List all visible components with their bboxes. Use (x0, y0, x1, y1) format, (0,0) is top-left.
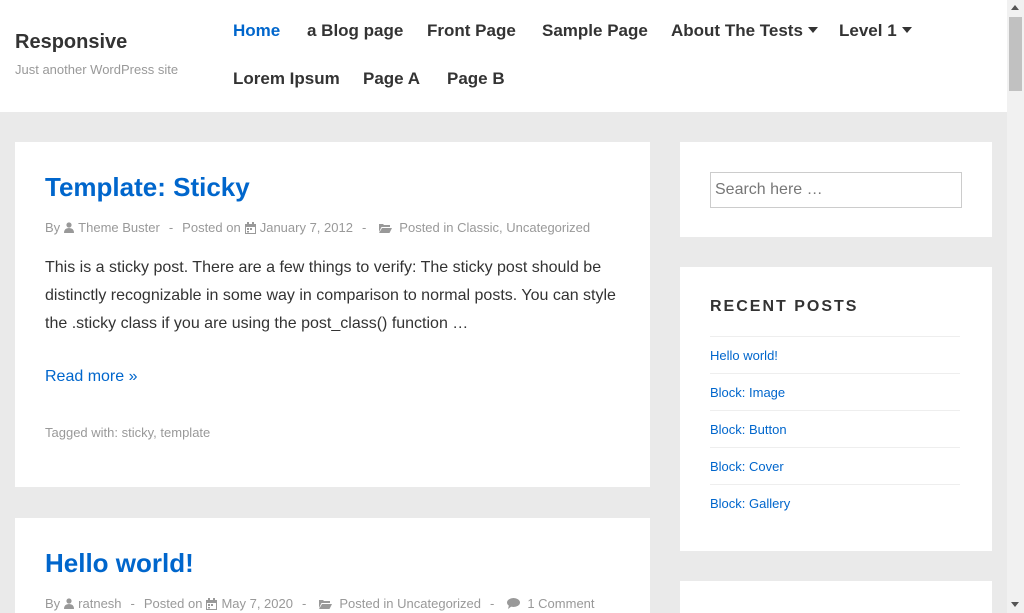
site-tagline: Just another WordPress site (15, 62, 179, 77)
list-item: Block: Cover (710, 447, 960, 484)
recent-post-link[interactable]: Block: Cover (710, 459, 784, 474)
nav-item-label: About The Tests (671, 21, 803, 40)
nav-item-label: Level 1 (839, 21, 897, 40)
nav-item-label: Front Page (427, 21, 516, 40)
nav-item-front-page[interactable]: Front Page (412, 21, 531, 41)
meta-separator: - (361, 220, 367, 235)
list-item: Block: Button (710, 410, 960, 447)
caret-down-icon (901, 27, 912, 33)
nav-item-label: Home (233, 21, 281, 40)
nav-item-sample-page[interactable]: Sample Page (527, 21, 663, 41)
scroll-thumb[interactable] (1009, 17, 1022, 91)
post-meta: By Theme Buster - Posted on January 7, 2… (45, 220, 590, 235)
sidebar-widget (680, 581, 992, 613)
category-link[interactable]: Uncategorized (506, 220, 590, 235)
meta-posted-in-label: Posted in (399, 220, 454, 235)
meta-separator: - (168, 220, 174, 235)
nav-item-label: a Blog page (307, 21, 404, 40)
recent-post-link[interactable]: Block: Gallery (710, 496, 790, 511)
nav-item-about-the-tests[interactable]: About The Tests (656, 21, 833, 41)
list-item: Hello world! (710, 336, 960, 373)
meta-posted-on-label: Posted on (182, 220, 241, 235)
calendar-icon (244, 221, 256, 234)
nav-item-page-a[interactable]: Page A (348, 69, 435, 89)
post-date-link[interactable]: January 7, 2012 (260, 220, 353, 235)
tag-link[interactable]: template (160, 425, 210, 440)
category-link[interactable]: Classic (457, 220, 499, 235)
tag-link[interactable]: sticky (122, 425, 154, 440)
recent-posts-widget: RECENT POSTS Hello world! Block: Image B… (680, 267, 992, 551)
meta-by-label: By (45, 596, 61, 611)
scroll-up-arrow[interactable] (1007, 0, 1024, 16)
category-comma: , (499, 220, 507, 235)
site-title[interactable]: Responsive (15, 31, 127, 54)
scroll-down-arrow[interactable] (1007, 597, 1024, 613)
meta-by-label: By (45, 220, 61, 235)
calendar-icon (206, 597, 218, 610)
nav-item-home[interactable]: Home (218, 21, 295, 41)
meta-separator: - (130, 596, 135, 611)
post-author-link[interactable]: Theme Buster (78, 220, 160, 235)
nav-item-label: Page B (447, 69, 505, 88)
meta-posted-in-label: Posted in (339, 596, 394, 611)
comment-icon (507, 598, 521, 609)
search-widget (680, 142, 992, 237)
folder-icon (319, 599, 333, 609)
user-icon (64, 598, 75, 609)
meta-separator: - (301, 596, 307, 611)
nav-item-lorem-ipsum[interactable]: Lorem Ipsum (218, 69, 355, 89)
user-icon (64, 222, 75, 233)
nav-item-page-b[interactable]: Page B (432, 69, 520, 89)
nav-item-level-1[interactable]: Level 1 (824, 21, 927, 41)
site-header: Responsive Just another WordPress site H… (0, 0, 1007, 112)
nav-item-blog-page[interactable]: a Blog page (292, 21, 418, 41)
meta-posted-on-label: Posted on (143, 596, 203, 611)
recent-post-link[interactable]: Hello world! (710, 348, 778, 363)
list-item: Block: Gallery (710, 484, 960, 521)
category-link[interactable]: Uncategorized (397, 596, 481, 611)
post-title[interactable]: Hello world! (45, 548, 194, 579)
nav-item-label: Sample Page (542, 21, 648, 40)
list-item: Block: Image (710, 373, 960, 410)
post-excerpt: This is a sticky post. There are a few t… (45, 259, 616, 332)
post-meta: By ratnesh - Posted on May 7, 2020 - Pos… (45, 596, 595, 611)
post-card: Template: Sticky By Theme Buster - Poste… (15, 142, 650, 487)
nav-item-label: Lorem Ipsum (233, 69, 340, 88)
caret-down-icon (807, 27, 818, 33)
post-title[interactable]: Template: Sticky (45, 172, 250, 203)
recent-post-link[interactable]: Block: Button (710, 422, 787, 437)
folder-icon (379, 223, 393, 233)
recent-post-link[interactable]: Block: Image (710, 385, 785, 400)
read-more-link[interactable]: Read more » (45, 368, 138, 386)
tags-label: Tagged with: (45, 425, 118, 440)
comments-link[interactable]: 1 Comment (527, 596, 594, 611)
nav-item-label: Page A (363, 69, 421, 88)
search-input[interactable] (710, 172, 962, 208)
post-date-link[interactable]: May 7, 2020 (221, 596, 293, 611)
meta-separator: - (489, 596, 495, 611)
post-card: Hello world! By ratnesh - Posted on May … (15, 518, 650, 613)
post-author-link[interactable]: ratnesh (78, 596, 121, 611)
post-tags: Tagged with: sticky, template (45, 425, 210, 440)
vertical-scrollbar[interactable] (1007, 0, 1024, 613)
recent-posts-list: Hello world! Block: Image Block: Button … (710, 336, 960, 521)
widget-title: RECENT POSTS (710, 298, 859, 315)
